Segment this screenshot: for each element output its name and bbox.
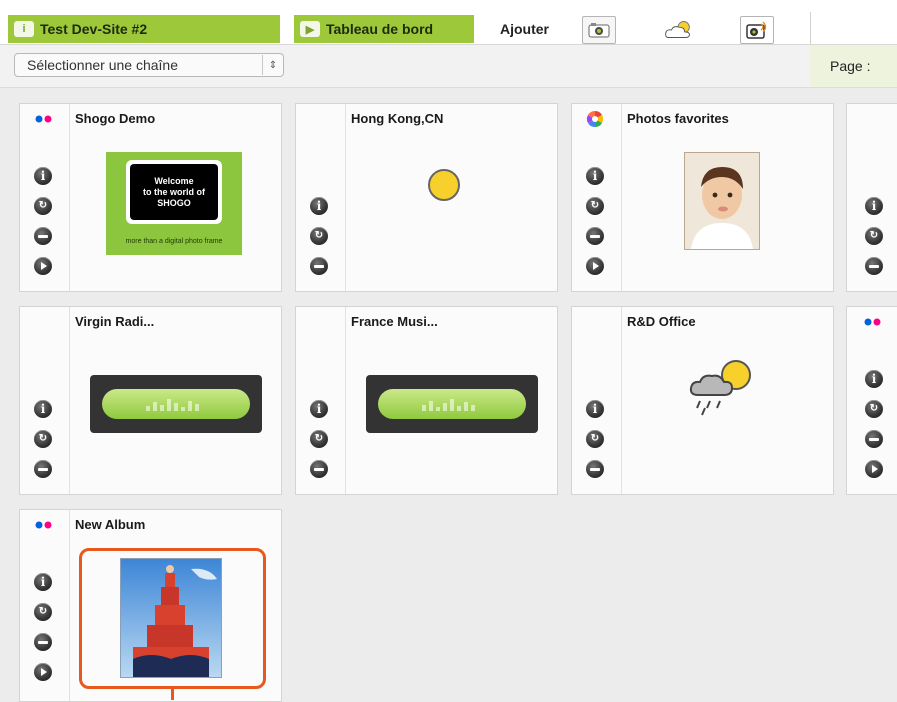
dashboard-tab[interactable]: ▶ Tableau de bord (294, 15, 474, 43)
flickr-icon (861, 316, 885, 328)
tile-title: R&D Office (627, 314, 696, 329)
highlight-pointer (171, 686, 174, 700)
refresh-button[interactable]: ↻ (586, 430, 604, 448)
add-label: Ajouter (500, 21, 549, 37)
channel-tile-rd-office[interactable]: R&D Office i ↻ (571, 306, 834, 495)
channel-tile-france-musique[interactable]: France Musi... i ↻ (295, 306, 558, 495)
top-bar: i Test Dev-Site #2 ▶ Tableau de bord Ajo… (0, 0, 897, 45)
tile-title: New Album (75, 517, 146, 532)
info-button[interactable]: i (586, 167, 604, 185)
play-button[interactable] (586, 257, 604, 275)
channel-select[interactable]: Sélectionner une chaîne ⇕ (14, 53, 284, 77)
tile-title: France Musi... (351, 314, 438, 329)
refresh-button[interactable]: ↻ (34, 430, 52, 448)
channel-tile-partial[interactable]: i ↻ (846, 103, 897, 292)
remove-button[interactable] (865, 430, 883, 448)
shogo-tagline: more than a digital photo frame (125, 238, 223, 245)
add-photo-channel-button[interactable] (582, 16, 616, 44)
weather-cloud-icon (665, 21, 690, 38)
dashboard-tab-label: Tableau de bord (326, 21, 434, 37)
channel-tile-photos-favorites[interactable]: Photos favorites i ↻ (571, 103, 834, 292)
picasa-icon (586, 110, 604, 128)
sun-cloud-rain-icon (689, 360, 751, 416)
refresh-button[interactable]: ↻ (586, 197, 604, 215)
toolbar: Sélectionner une chaîne ⇕ Page : (0, 45, 897, 88)
refresh-button[interactable]: ↻ (310, 227, 328, 245)
flickr-icon (32, 113, 56, 125)
camera-icon (588, 23, 610, 38)
add-weather-channel-button[interactable] (662, 16, 696, 44)
page-label: Page : (830, 58, 871, 74)
shogo-line-3: SHOGO (157, 197, 191, 208)
remove-button[interactable] (586, 227, 604, 245)
remove-button[interactable] (586, 460, 604, 478)
radio-display (366, 375, 538, 433)
channel-tile-virgin-radio[interactable]: Virgin Radi... i ↻ (19, 306, 282, 495)
pagination: Page : (810, 45, 897, 87)
channel-tile-shogo-demo[interactable]: Shogo Demo i ↻ Welcome to the world of S… (19, 103, 282, 292)
tile-title: Shogo Demo (75, 111, 156, 126)
info-button[interactable]: i (34, 573, 52, 591)
info-button[interactable]: i (865, 197, 883, 215)
channel-select-value: Sélectionner une chaîne (27, 57, 178, 73)
flickr-icon (32, 519, 56, 531)
play-button[interactable] (34, 663, 52, 681)
site-tab[interactable]: i Test Dev-Site #2 (8, 15, 280, 43)
radio-icon (746, 21, 767, 39)
shogo-line-1: Welcome (154, 175, 194, 186)
shogo-text: Welcome to the world of SHOGO (130, 164, 218, 220)
remove-button[interactable] (310, 460, 328, 478)
shogo-frame: Welcome to the world of SHOGO (126, 160, 222, 224)
refresh-button[interactable]: ↻ (865, 400, 883, 418)
shogo-welcome-image: Welcome to the world of SHOGO more than … (106, 152, 242, 255)
play-icon: ▶ (300, 21, 320, 37)
highlight-box (79, 548, 266, 689)
info-icon: i (14, 21, 34, 37)
radio-display (90, 375, 262, 433)
channel-tile-hong-kong[interactable]: Hong Kong,CN i ↻ (295, 103, 558, 292)
tile-title: Virgin Radi... (75, 314, 155, 329)
header-separator (810, 12, 811, 44)
info-button[interactable]: i (34, 400, 52, 418)
info-button[interactable]: i (310, 197, 328, 215)
tile-title: Hong Kong,CN (351, 111, 444, 126)
refresh-button[interactable]: ↻ (865, 227, 883, 245)
info-button[interactable]: i (586, 400, 604, 418)
add-radio-channel-button[interactable] (740, 16, 774, 44)
radio-equalizer (378, 389, 526, 419)
sun-icon (428, 169, 460, 201)
info-button[interactable]: i (34, 167, 52, 185)
remove-button[interactable] (34, 633, 52, 651)
shogo-line-2: to the world of (143, 186, 205, 197)
select-arrows-icon: ⇕ (262, 55, 283, 75)
remove-button[interactable] (865, 257, 883, 275)
info-button[interactable]: i (310, 400, 328, 418)
remove-button[interactable] (34, 460, 52, 478)
child-photo (684, 152, 760, 250)
refresh-button[interactable]: ↻ (34, 197, 52, 215)
site-tab-label: Test Dev-Site #2 (40, 21, 148, 37)
remove-button[interactable] (310, 257, 328, 275)
equalizer-bars (422, 397, 482, 411)
equalizer-bars (146, 397, 206, 411)
play-button[interactable] (34, 257, 52, 275)
play-button[interactable] (865, 460, 883, 478)
tile-title: Photos favorites (627, 111, 729, 126)
radio-equalizer (102, 389, 250, 419)
refresh-button[interactable]: ↻ (34, 603, 52, 621)
refresh-button[interactable]: ↻ (310, 430, 328, 448)
channel-tile-partial[interactable]: i ↻ (846, 306, 897, 495)
info-button[interactable]: i (865, 370, 883, 388)
remove-button[interactable] (34, 227, 52, 245)
